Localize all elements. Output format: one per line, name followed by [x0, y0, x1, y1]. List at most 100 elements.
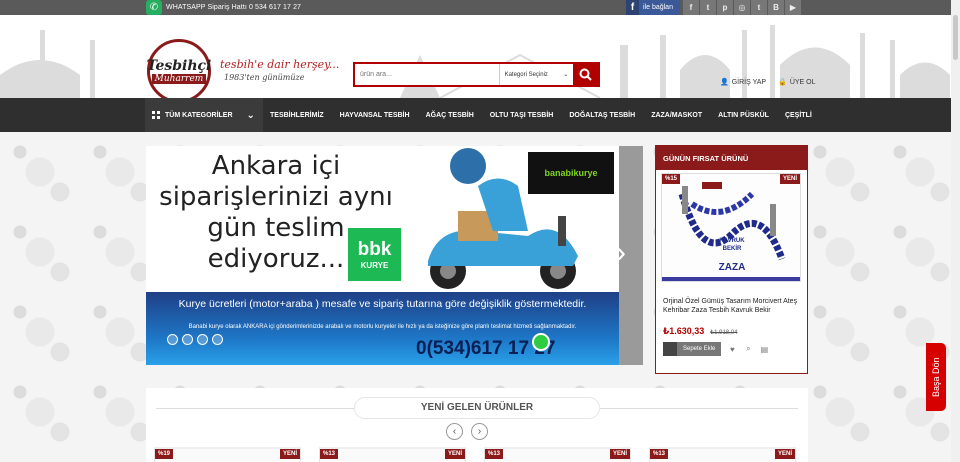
slider-dots	[167, 334, 223, 345]
discount-badge: %13	[320, 449, 339, 459]
compare-icon[interactable]: ▤	[759, 344, 769, 354]
facebook-icon: f	[626, 0, 639, 15]
instagram-icon[interactable]: ◎	[733, 0, 750, 15]
tumblr-icon[interactable]: t	[750, 0, 767, 15]
deal-img-text2: BEKİR	[723, 245, 742, 252]
new-products-section: YENİ GELEN ÜRÜNLER ‹ › %19 YENİ %13 YENİ…	[146, 388, 808, 462]
bbk-logo-sub: KURYE	[360, 261, 389, 270]
product-card[interactable]: %13 YENİ	[319, 447, 466, 462]
site-logo[interactable]: Tesbihçi Muharrem	[147, 39, 211, 98]
bbk-logo-main: bbk	[357, 239, 392, 260]
nav-item-oltu[interactable]: OLTU TAŞI TESBİH	[490, 112, 554, 119]
add-to-cart-label: Sepete Ekle	[683, 346, 716, 352]
slider-dot[interactable]	[182, 334, 193, 345]
whatsapp-link[interactable]: ✆ WHATSAPP Sipariş Hattı 0 534 617 17 27	[146, 0, 301, 15]
register-link[interactable]: 🔒 ÜYE OL	[778, 78, 816, 87]
header: Tesbihçi Muharrem tesbih'e dair herşey..…	[0, 15, 960, 98]
discount-badge: %15	[662, 174, 681, 184]
nav-item-cesitli[interactable]: ÇEŞİTLİ	[785, 112, 812, 119]
search-icon[interactable]: ⌕	[743, 344, 753, 354]
deal-heading: GÜNÜN FIRSAT ÜRÜNÜ	[656, 146, 807, 170]
cart-icon	[663, 342, 677, 356]
nav-item-tesbihlerimiz[interactable]: TESBİHLERİMİZ	[270, 112, 324, 119]
carousel-prev-button[interactable]: ‹	[446, 423, 463, 440]
slide-courier-info: Banabi kurye olarak ANKARA içi gönderiml…	[188, 324, 577, 330]
new-products-heading: YENİ GELEN ÜRÜNLER	[354, 397, 600, 419]
search-button[interactable]	[573, 64, 598, 85]
product-card[interactable]: %19 YENİ	[154, 447, 301, 462]
discount-badge: %13	[485, 449, 504, 459]
user-icon: 👤	[720, 79, 729, 86]
discount-badge: %13	[650, 449, 669, 459]
login-label: GİRİŞ YAP	[731, 78, 767, 86]
search-input[interactable]	[355, 64, 499, 85]
heart-icon[interactable]: ♥	[727, 344, 737, 354]
nav-item-dogaltas[interactable]: DOĞALTAŞ TESBİH	[569, 112, 635, 119]
whatsapp-icon	[532, 333, 550, 351]
deal-price: ₺1.630,33	[663, 326, 705, 336]
nav-item-zaza[interactable]: ZAZA/MASKOT	[651, 112, 702, 119]
slider-dot[interactable]	[212, 334, 223, 345]
slide-courier-fee-note: Kurye ücretleri (motor+araba ) mesafe ve…	[178, 298, 587, 310]
slider-prev-button[interactable]: ‹	[152, 238, 162, 268]
whatsapp-icon: ✆	[146, 0, 162, 15]
nav-item-agac[interactable]: AĞAÇ TESBİH	[426, 112, 474, 119]
user-links: 👤 GİRİŞ YAP 🔒 ÜYE OL	[720, 78, 816, 87]
lock-icon: 🔒	[778, 79, 787, 86]
deal-img-text3: ZAZA	[719, 262, 746, 273]
register-label: ÜYE OL	[789, 78, 816, 86]
scrollbar-thumb[interactable]	[953, 15, 958, 60]
nav-item-altin-puskul[interactable]: ALTIN PÜSKÜL	[718, 112, 769, 119]
facebook-connect-button[interactable]: f ile bağlan	[626, 0, 680, 15]
category-select-value: Kategori Seçiniz	[504, 71, 548, 78]
deal-product-image[interactable]: KAVRUK BEKİR ZAZA %15 YENİ	[661, 173, 801, 282]
slider-dot[interactable]	[167, 334, 178, 345]
new-badge: YENİ	[774, 449, 795, 459]
whatsapp-text: WHATSAPP Sipariş Hattı 0 534 617 17 27	[166, 4, 302, 11]
top-bar: ✆ WHATSAPP Sipariş Hattı 0 534 617 17 27…	[0, 0, 960, 15]
slider-next-button[interactable]: ›	[616, 238, 626, 268]
facebook-icon[interactable]: f	[682, 0, 699, 15]
pinterest-icon[interactable]: p	[716, 0, 733, 15]
page-scrollbar[interactable]	[951, 0, 960, 462]
search-bar: Kategori Seçiniz ⌄	[353, 62, 600, 87]
logo-subtext: Muharrem	[151, 74, 207, 84]
nav-item-hayvansal[interactable]: HAYVANSAL TESBİH	[340, 112, 410, 119]
hero-slider: Ankara içi siparişlerinizi aynı gün tesl…	[146, 146, 643, 365]
youtube-icon[interactable]: ▶	[784, 0, 801, 15]
login-link[interactable]: 👤 GİRİŞ YAP	[720, 78, 767, 87]
deal-product-title[interactable]: Orjinal Özel Gümüş Tasarım Morcivert Ate…	[663, 297, 803, 315]
product-card[interactable]: %13 YENİ	[649, 447, 796, 462]
tagline-since: 1983'ten günümüze	[224, 73, 305, 82]
new-badge: YENİ	[444, 449, 465, 459]
courier-scooter-illustration	[428, 148, 578, 289]
all-categories-label: TÜM KATEGORİLER	[165, 111, 233, 119]
tesbih-product-photo: KAVRUK BEKİR ZAZA	[662, 174, 800, 281]
new-badge: YENİ	[279, 449, 300, 459]
main-nav: TÜM KATEGORİLER ⌄ TESBİHLERİMİZ HAYVANSA…	[0, 98, 960, 132]
deal-of-day-box: GÜNÜN FIRSAT ÜRÜNÜ KAVRUK BEKİR ZAZA %15…	[655, 145, 808, 374]
scroll-to-top-button[interactable]: Başa Dön	[926, 343, 946, 411]
slider-dot[interactable]	[197, 334, 208, 345]
category-select[interactable]: Kategori Seçiniz ⌄	[498, 64, 574, 85]
blogger-icon[interactable]: B	[767, 0, 784, 15]
grid-icon	[152, 111, 160, 119]
slide-banner[interactable]: Ankara içi siparişlerinizi aynı gün tesl…	[146, 146, 619, 365]
social-links: f t p ◎ t B ▶	[682, 0, 801, 15]
product-carousel: %19 YENİ %13 YENİ %13 YENİ %13 YENİ	[154, 447, 796, 462]
twitter-icon[interactable]: t	[699, 0, 716, 15]
chevron-down-icon: ⌄	[246, 109, 255, 121]
all-categories-button[interactable]: TÜM KATEGORİLER ⌄	[145, 98, 263, 132]
add-to-cart-button[interactable]: Sepete Ekle	[663, 342, 722, 356]
search-icon	[579, 68, 592, 81]
carousel-next-button[interactable]: ›	[471, 423, 488, 440]
tagline: tesbih'e dair herşey...	[220, 58, 340, 71]
deal-img-text1: KAVRUK	[719, 238, 745, 244]
chevron-down-icon: ⌄	[563, 72, 569, 78]
product-card[interactable]: %13 YENİ	[484, 447, 631, 462]
new-badge: YENİ	[779, 174, 800, 184]
facebook-connect-label: ile bağlan	[643, 4, 673, 11]
bbk-logo: bbk KURYE	[348, 228, 401, 281]
deal-old-price: ₺1.918,04	[710, 330, 738, 336]
discount-badge: %19	[155, 449, 174, 459]
